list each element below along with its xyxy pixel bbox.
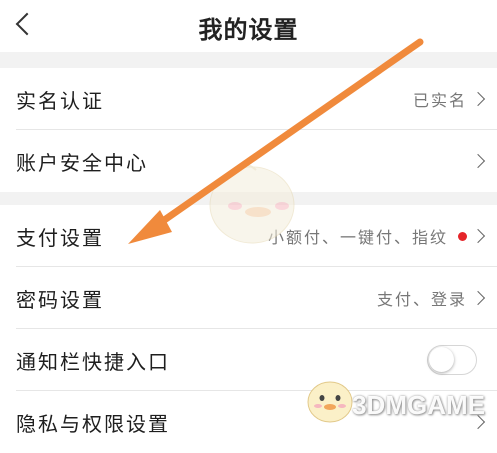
- settings-group-identity: 实名认证 已实名 账户安全中心: [0, 68, 497, 192]
- chevron-right-icon: [470, 290, 486, 306]
- notification-shortcut-toggle[interactable]: [427, 345, 477, 375]
- settings-row-payment[interactable]: 支付设置 小额付、一键付、指纹: [0, 205, 497, 267]
- page-title: 我的设置: [198, 15, 299, 44]
- row-label: 通知栏快捷入口: [16, 349, 170, 374]
- row-label: 实名认证: [16, 88, 104, 113]
- row-label: 隐私与权限设置: [16, 411, 170, 436]
- row-label: 密码设置: [16, 287, 104, 312]
- toggle-knob: [429, 347, 454, 372]
- row-value-wrap: 小额付、一键付、指纹: [268, 224, 467, 248]
- site-watermark: 3DMGAME: [352, 390, 485, 420]
- settings-row-real-name[interactable]: 实名认证 已实名: [0, 68, 497, 130]
- row-value: 支付、登录: [376, 290, 467, 309]
- row-label: 账户安全中心: [16, 150, 148, 175]
- settings-row-account-security[interactable]: 账户安全中心: [0, 130, 497, 192]
- row-value: 已实名: [412, 91, 467, 110]
- chevron-right-icon: [470, 153, 486, 169]
- red-dot-badge: [458, 231, 467, 241]
- row-label: 支付设置: [16, 225, 104, 250]
- chevron-right-icon: [470, 91, 486, 107]
- row-value: 小额付、一键付、指纹: [267, 228, 448, 247]
- top-bar: 我的设置: [0, 0, 497, 52]
- settings-row-notification-shortcut: 通知栏快捷入口: [0, 329, 497, 391]
- chevron-right-icon: [470, 228, 486, 244]
- settings-row-password[interactable]: 密码设置 支付、登录: [0, 267, 497, 329]
